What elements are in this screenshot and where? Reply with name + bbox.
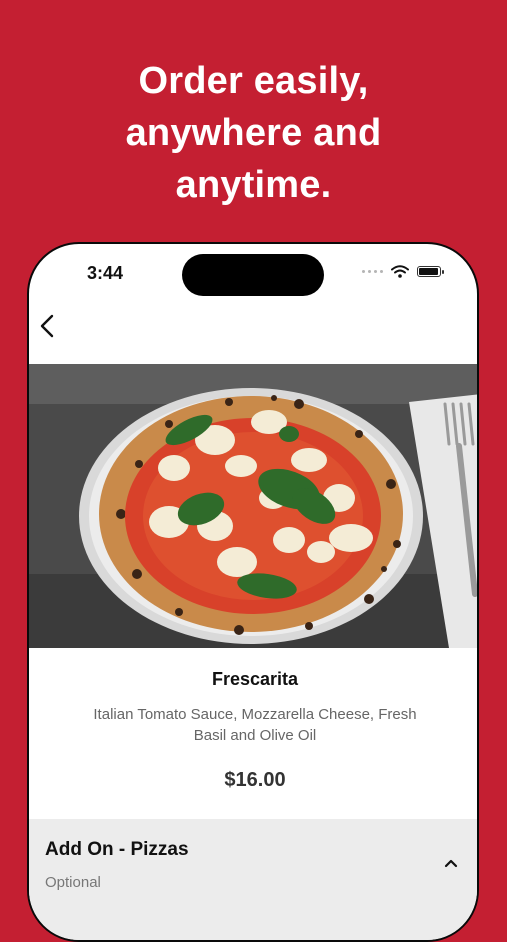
wifi-icon <box>391 265 409 278</box>
product-price: $16.00 <box>224 769 286 791</box>
status-time: 3:44 <box>87 263 124 283</box>
status-icons <box>362 265 444 278</box>
product-description: Italian Tomato Sauce, Mozzarella Cheese,… <box>93 706 417 744</box>
headline-line-1: Order easily, <box>138 60 369 102</box>
headline-line-3: anytime. <box>175 164 332 206</box>
headline-line-2: anywhere and <box>125 112 382 154</box>
product-image <box>29 364 477 648</box>
phone-frame: 3:44 Frescarita Italian Tomato Sauce, Mo… <box>27 242 479 942</box>
dynamic-island <box>182 254 324 296</box>
addon-section-title: Add On - Pizzas <box>45 839 189 860</box>
signal-dots-icon <box>362 270 383 273</box>
addon-section-header[interactable]: Add On - Pizzas Optional <box>29 819 477 940</box>
addon-section-subtitle: Optional <box>45 874 101 891</box>
chevron-up-icon[interactable] <box>443 857 459 869</box>
battery-icon <box>417 266 444 277</box>
back-chevron-icon[interactable] <box>35 312 63 340</box>
promo-headline: Order easily, anywhere and anytime. <box>0 55 507 211</box>
product-name: Frescarita <box>211 669 299 689</box>
